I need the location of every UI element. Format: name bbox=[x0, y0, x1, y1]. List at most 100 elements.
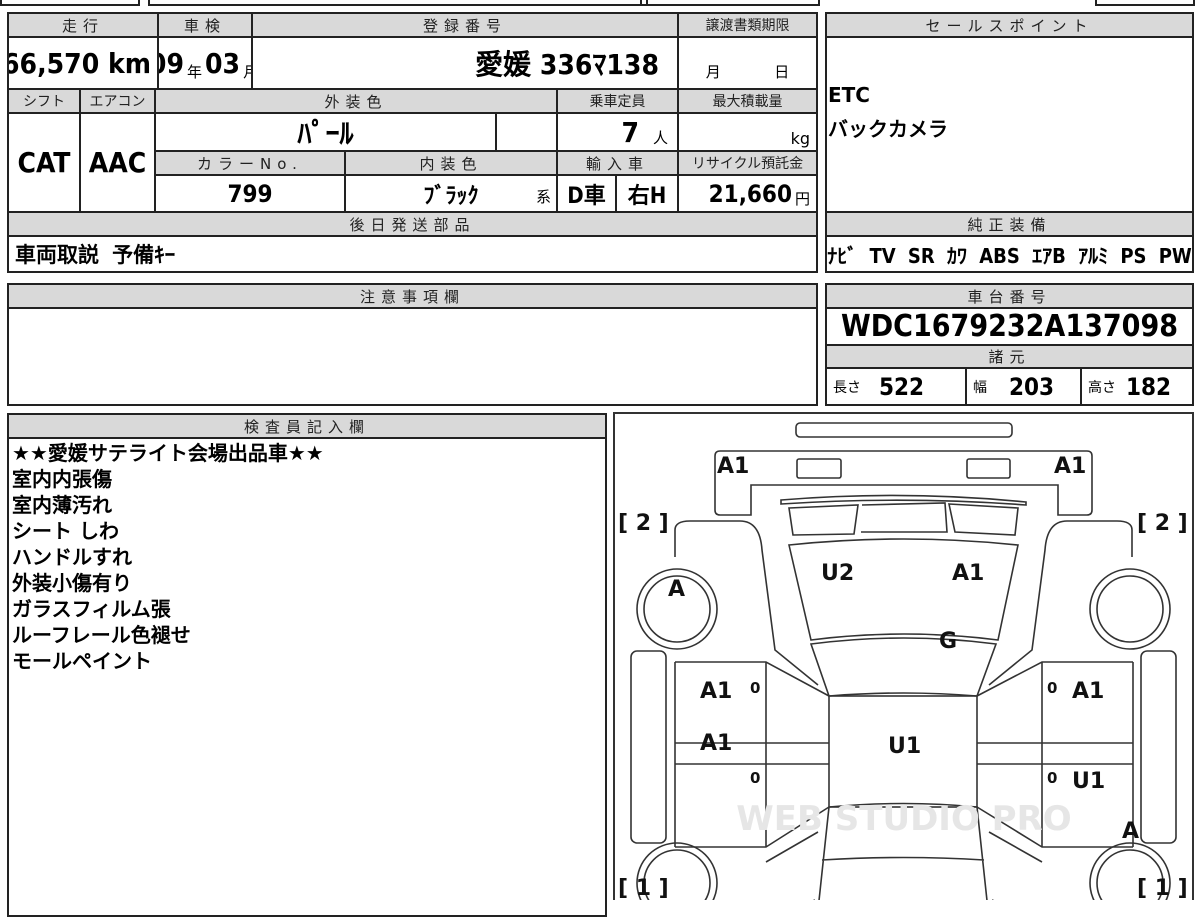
color-no-value: 799 bbox=[154, 174, 346, 213]
inspector-line: ★★愛媛サテライト会場出品車★★ bbox=[12, 441, 324, 465]
sale-points-header: セールスポイント bbox=[825, 12, 1194, 38]
sale-point-item: バックカメラ bbox=[828, 117, 948, 141]
import-header: 輸入車 bbox=[556, 150, 679, 176]
zero-mark: 0 bbox=[1047, 769, 1057, 787]
year-unit: 年 bbox=[186, 63, 202, 81]
damage-rear-glass-left: U2 bbox=[821, 561, 854, 586]
inspection-header: 車検 bbox=[157, 12, 253, 38]
inspector-line: 室内薄汚れ bbox=[12, 493, 112, 517]
rear-left-bracket: [ 2 ] bbox=[618, 511, 669, 536]
later-parts-header: 後日発送部品 bbox=[7, 211, 818, 237]
capacity-header: 乗車定員 bbox=[556, 88, 679, 114]
damage-wheel-front-right: A bbox=[1122, 819, 1139, 844]
damage-wheel-rear-left: A bbox=[668, 577, 685, 602]
zero-mark: 0 bbox=[750, 769, 760, 787]
recycle-unit: 円 bbox=[794, 190, 810, 208]
damage-rear-glass-right: A1 bbox=[952, 561, 984, 586]
car-damage-diagram: WEB STUDIO PRO A1 A1 U2 A1 G U1 A1 A1 A1… bbox=[613, 412, 1194, 900]
aircon-header: エアコン bbox=[79, 88, 156, 114]
mileage-value: 66,570 km bbox=[7, 36, 159, 90]
top-strip-cell bbox=[640, 0, 820, 6]
inspector-header: 検査員記入欄 bbox=[7, 413, 607, 439]
damage-roof-rear: G bbox=[939, 629, 957, 654]
exterior-color-header: 外装色 bbox=[154, 88, 558, 114]
registration-header: 登録番号 bbox=[251, 12, 679, 38]
inspector-line: 室内内張傷 bbox=[12, 467, 112, 491]
left-side-step bbox=[630, 650, 667, 844]
length-value: 522 bbox=[879, 372, 925, 401]
exterior-color-extra bbox=[495, 112, 558, 152]
sale-point-item: ETC bbox=[828, 83, 870, 107]
inspector-line: ガラスフィルム張 bbox=[12, 597, 171, 621]
deadline-month-unit: 月 bbox=[705, 63, 721, 81]
rear-lamp-left bbox=[796, 458, 842, 479]
width-cell: 幅 203 bbox=[965, 367, 1082, 406]
exterior-color-value: ﾊﾟｰﾙ bbox=[154, 112, 497, 152]
height-cell: 高さ 182 bbox=[1080, 367, 1194, 406]
inspector-line: 外装小傷有り bbox=[12, 571, 132, 595]
shift-header: シフト bbox=[7, 88, 81, 114]
inspection-year: 09 bbox=[159, 46, 184, 80]
height-label: 高さ bbox=[1088, 379, 1116, 396]
rear-bumper bbox=[714, 450, 1093, 516]
sale-points-list: ETC バックカメラ bbox=[828, 78, 948, 146]
chassis-header: 車台番号 bbox=[825, 283, 1194, 309]
max-load-value: kg bbox=[677, 112, 818, 152]
aircon-value: AAC bbox=[79, 112, 156, 213]
recycle-fee-number: 21,660 bbox=[708, 179, 792, 208]
transfer-deadline-value: 月日 bbox=[677, 36, 818, 90]
steering-value: 右H bbox=[615, 174, 679, 213]
capacity-number: 7 bbox=[621, 115, 639, 149]
mileage-header: 走行 bbox=[7, 12, 159, 38]
front-right-bracket: [ 1 ] bbox=[1137, 876, 1188, 900]
inspection-value: 09年03月 bbox=[157, 36, 253, 90]
mileage-unit: km bbox=[108, 46, 151, 80]
registration-number: 愛媛 336ﾏ138 bbox=[251, 36, 679, 90]
front-fenders bbox=[765, 831, 1043, 900]
top-strip-cell bbox=[1095, 0, 1195, 6]
length-label: 長さ bbox=[833, 379, 861, 396]
capacity-value: 7人 bbox=[556, 112, 679, 152]
max-load-header: 最大積載量 bbox=[677, 88, 818, 114]
damage-left-front-door: A1 bbox=[700, 731, 732, 756]
inspector-line: ルーフレール色褪せ bbox=[12, 623, 191, 647]
capacity-unit: 人 bbox=[652, 129, 668, 147]
equipment-header: 純正装備 bbox=[825, 211, 1194, 237]
wheel-rear-right bbox=[1089, 568, 1171, 650]
interior-color-value: ﾌﾞﾗｯｸ 系 bbox=[344, 174, 558, 213]
color-no-header: カラーNo. bbox=[154, 150, 346, 176]
vin-value: WDC1679232A137098 bbox=[825, 307, 1194, 346]
front-left-bracket: [ 1 ] bbox=[618, 876, 669, 900]
zero-mark: 0 bbox=[1047, 679, 1057, 697]
recycle-fee-header: リサイクル預託金 bbox=[677, 150, 818, 176]
damage-rear-right: A1 bbox=[1054, 454, 1086, 479]
damage-rear-left: A1 bbox=[717, 454, 749, 479]
mileage-number: 66,570 bbox=[7, 46, 100, 80]
damage-left-rear-door: A1 bbox=[700, 679, 732, 704]
width-value: 203 bbox=[1009, 372, 1055, 401]
rear-glass bbox=[788, 538, 1019, 641]
width-label: 幅 bbox=[973, 379, 987, 396]
roof-rear bbox=[809, 637, 998, 697]
interior-suffix: 系 bbox=[535, 188, 551, 206]
spec-header: 諸元 bbox=[825, 344, 1194, 369]
right-side-step bbox=[1140, 650, 1177, 844]
height-value: 182 bbox=[1126, 372, 1172, 401]
damage-roof: U1 bbox=[888, 734, 921, 759]
interior-color-header: 内装色 bbox=[344, 150, 558, 176]
rear-windows bbox=[788, 502, 1019, 536]
rear-right-bracket: [ 2 ] bbox=[1137, 511, 1188, 536]
recycle-fee-value: 21,660 円 bbox=[677, 174, 818, 213]
transfer-deadline-header: 譲渡書類期限 bbox=[677, 12, 818, 38]
zero-mark: 0 bbox=[750, 679, 760, 697]
equipment-list: ﾅﾋﾞ TV SR ｶﾜ ABS ｴｱB ｱﾙﾐ PS PW bbox=[825, 235, 1194, 273]
inspector-line: シート しわ bbox=[12, 519, 119, 543]
rear-spoiler bbox=[795, 422, 1013, 438]
inspector-notes: ★★愛媛サテライト会場出品車★★ 室内内張傷 室内薄汚れ シート しわ ハンドル… bbox=[12, 440, 324, 674]
inspector-line: モールペイント bbox=[12, 649, 152, 673]
damage-right-rear-door: A1 bbox=[1072, 679, 1104, 704]
top-strip-cell bbox=[148, 0, 648, 6]
deadline-day-unit: 日 bbox=[774, 63, 790, 81]
notes-body bbox=[7, 307, 818, 406]
inspection-month: 03 bbox=[205, 46, 241, 80]
